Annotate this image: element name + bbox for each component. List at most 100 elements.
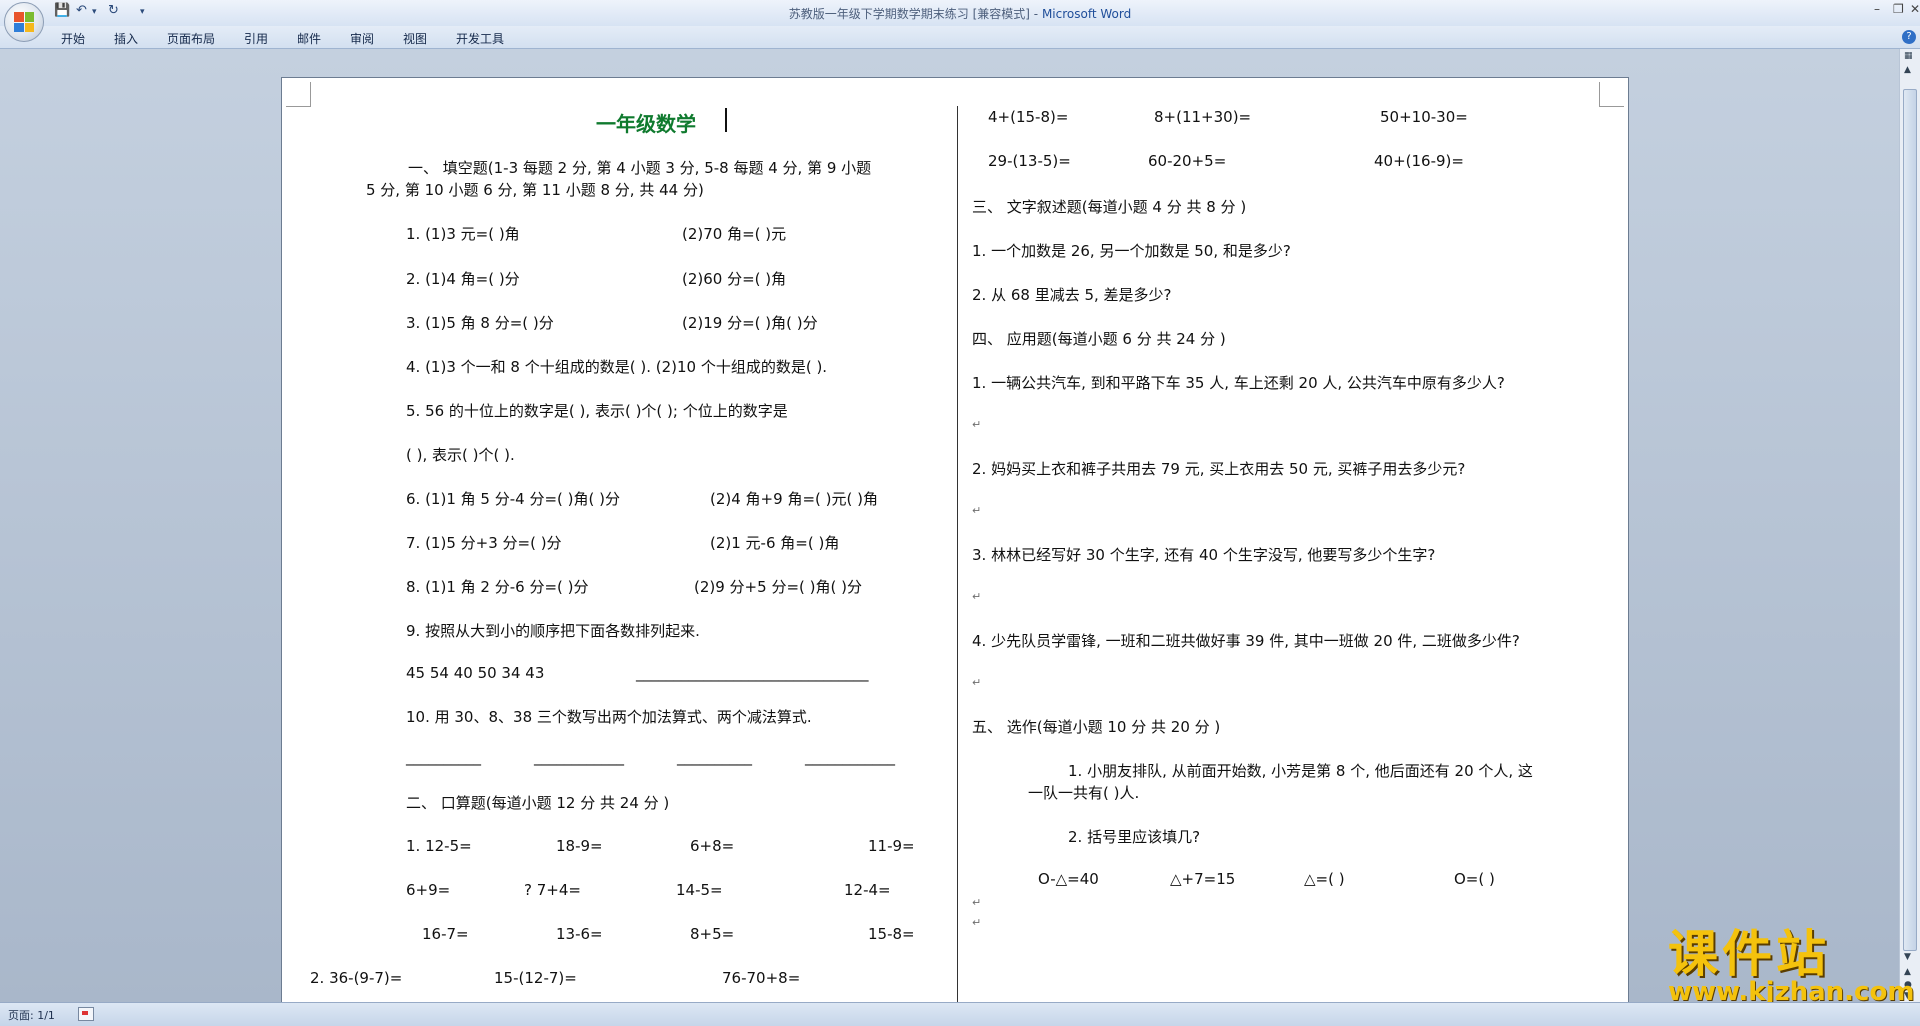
equation-item: △=( ) <box>1304 870 1345 888</box>
equation-item: △+7=15 <box>1170 870 1236 888</box>
kjzhan-watermark-logo: 课件站 www.kjzhan.com <box>1668 925 1914 1005</box>
question-text: 4. (1)3 个一和 8 个十组成的数是( ). (2)10 个十组成的数是(… <box>406 358 828 376</box>
paragraph-mark-icon: ↵ <box>972 418 982 431</box>
question-text: (2)1 元-6 角=( )角 <box>710 534 840 552</box>
answer-line: __________ <box>406 748 481 766</box>
scroll-thumb[interactable] <box>1903 89 1917 951</box>
question-text: 2. 括号里应该填几? <box>1068 828 1201 846</box>
arithmetic-item: 29-(13-5)= <box>988 152 1071 170</box>
section-one-heading-cont: 5 分, 第 10 小题 6 分, 第 11 小题 8 分, 共 44 分) <box>366 181 704 199</box>
question-text: (2)60 分=( )角 <box>682 270 787 288</box>
ruler-toggle-icon[interactable]: ▦ <box>1904 51 1913 61</box>
tab-insert[interactable]: 插入 <box>114 30 138 47</box>
help-icon[interactable]: ? <box>1902 30 1916 44</box>
minimize-icon[interactable]: – <box>1874 2 1880 16</box>
arithmetic-item: 40+(16-9)= <box>1374 152 1464 170</box>
arithmetic-item: 60-20+5= <box>1148 152 1227 170</box>
scroll-up-icon[interactable]: ▲ <box>1904 65 1911 75</box>
question-text: 10. 用 30、8、38 三个数写出两个加法算式、两个减法算式. <box>406 708 812 726</box>
watermark-cn-text: 课件站 <box>1668 925 1830 983</box>
question-text: (2)70 角=( )元 <box>682 225 787 243</box>
status-bar: 页面: 1/1 <box>0 1002 1920 1026</box>
number-list: 45 54 40 50 34 43 <box>406 664 545 682</box>
column-divider <box>957 106 958 1003</box>
question-text: 8. (1)1 角 2 分-6 分=( )分 <box>406 578 589 596</box>
question-text: 2. 从 68 里减去 5, 差是多少? <box>972 286 1172 304</box>
tab-home[interactable]: 开始 <box>61 30 85 47</box>
paragraph-mark-icon: ↵ <box>972 590 982 603</box>
tab-view[interactable]: 视图 <box>403 30 427 47</box>
tab-developer[interactable]: 开发工具 <box>456 30 504 47</box>
paragraph-mark-icon: ↵ <box>972 504 982 517</box>
question-text: ( ), 表示( )个( ). <box>406 446 515 464</box>
question-text: (2)4 角+9 角=( )元( )角 <box>710 490 878 508</box>
page-count[interactable]: 页面: 1/1 <box>8 1007 55 1023</box>
page-corner-mark <box>1599 82 1624 107</box>
section-two-heading: 二、 口算题(每道小题 12 分 共 24 分 ) <box>406 794 670 812</box>
proofing-status-icon[interactable] <box>78 1007 94 1021</box>
question-text: 2. 妈妈买上衣和裤子共用去 79 元, 买上衣用去 50 元, 买裤子用去多少… <box>972 460 1466 478</box>
arithmetic-item: ? 7+4= <box>524 881 581 899</box>
paragraph-mark-icon: ↵ <box>972 916 982 929</box>
equation-item: O-△=40 <box>1038 870 1099 888</box>
watermark-url-text: www.kjzhan.com <box>1668 977 1915 1007</box>
answer-line: _______________________________ <box>636 664 869 682</box>
text-cursor <box>725 108 727 132</box>
paragraph-mark-icon: ↵ <box>972 896 982 909</box>
question-text: 1. 一辆公共汽车, 到和平路下车 35 人, 车上还剩 20 人, 公共汽车中… <box>972 374 1505 392</box>
paragraph-mark-icon: ↵ <box>972 676 982 689</box>
arithmetic-item: 15-8= <box>868 925 915 943</box>
arithmetic-item: 4+(15-8)= <box>988 108 1069 126</box>
tab-review[interactable]: 审阅 <box>350 30 374 47</box>
question-text: 一队一共有( )人. <box>1028 784 1140 802</box>
question-text: 9. 按照从大到小的顺序把下面各数排列起来. <box>406 622 700 640</box>
arithmetic-item: 18-9= <box>556 837 603 855</box>
question-text: 2. (1)4 角=( )分 <box>406 270 520 288</box>
arithmetic-item: 15-(12-7)= <box>494 969 577 987</box>
ribbon-tabs: 开始 插入 页面布局 引用 邮件 审阅 视图 开发工具 ? <box>0 26 1920 49</box>
tab-references[interactable]: 引用 <box>244 30 268 47</box>
page-corner-mark <box>286 82 311 107</box>
question-text: (2)9 分+5 分=( )角( )分 <box>694 578 862 596</box>
document-title: 一年级数学 <box>596 112 696 136</box>
document-name: 苏教版一年级下学期数学期末练习 [兼容模式] - <box>788 7 1039 21</box>
tab-page-layout[interactable]: 页面布局 <box>167 30 215 47</box>
question-text: (2)19 分=( )角( )分 <box>682 314 818 332</box>
close-icon[interactable]: ✕ <box>1910 2 1920 16</box>
arithmetic-item: 11-9= <box>868 837 915 855</box>
arithmetic-item: 14-5= <box>676 881 723 899</box>
restore-icon[interactable]: ❐ <box>1893 2 1904 16</box>
arithmetic-item: 76-70+8= <box>722 969 801 987</box>
question-text: 7. (1)5 分+3 分=( )分 <box>406 534 562 552</box>
arithmetic-item: 6+8= <box>690 837 735 855</box>
arithmetic-item: 50+10-30= <box>1380 108 1468 126</box>
section-one-heading: 一、 填空题(1-3 每题 2 分, 第 4 小题 3 分, 5-8 每题 4 … <box>408 159 872 177</box>
arithmetic-item: 1. 12-5= <box>406 837 472 855</box>
arithmetic-item: 2. 36-(9-7)= <box>310 969 403 987</box>
vertical-scrollbar[interactable]: ▦ ▲ ▼ ▲ ● ▼ <box>1899 49 1920 1002</box>
app-name: Microsoft Word <box>1041 7 1132 21</box>
question-text: 3. (1)5 角 8 分=( )分 <box>406 314 554 332</box>
answer-line: ____________ <box>805 748 895 766</box>
answer-line: ____________ <box>534 748 624 766</box>
section-four-heading: 四、 应用题(每道小题 6 分 共 24 分 ) <box>972 330 1226 348</box>
office-button[interactable] <box>4 2 44 42</box>
arithmetic-item: 16-7= <box>422 925 469 943</box>
section-five-heading: 五、 选作(每道小题 10 分 共 20 分 ) <box>972 718 1221 736</box>
arithmetic-item: 6+9= <box>406 881 451 899</box>
arithmetic-item: 12-4= <box>844 881 891 899</box>
question-text: 5. 56 的十位上的数字是( ), 表示( )个( ); 个位上的数字是 <box>406 402 788 420</box>
question-text: 1. 小朋友排队, 从前面开始数, 小芳是第 8 个, 他后面还有 20 个人,… <box>1068 762 1533 780</box>
question-text: 1. (1)3 元=( )角 <box>406 225 520 243</box>
arithmetic-item: 13-6= <box>556 925 603 943</box>
tab-mailings[interactable]: 邮件 <box>297 30 321 47</box>
scroll-down-icon[interactable]: ▼ <box>1904 952 1911 962</box>
window-title: 苏教版一年级下学期数学期末练习 [兼容模式] - Microsoft Word <box>0 5 1920 22</box>
title-bar: 💾 ↶ ▾ ↻ ▾ 苏教版一年级下学期数学期末练习 [兼容模式] - Micro… <box>0 0 1920 42</box>
question-text: 4. 少先队员学雷锋, 一班和二班共做好事 39 件, 其中一班做 20 件, … <box>972 632 1520 650</box>
arithmetic-item: 8+5= <box>690 925 735 943</box>
previous-page-icon[interactable]: ▲ <box>1904 967 1911 977</box>
office-logo-icon <box>14 12 34 32</box>
document-page[interactable]: 一年级数学 一、 填空题(1-3 每题 2 分, 第 4 小题 3 分, 5-8… <box>281 77 1629 1004</box>
question-text: 1. 一个加数是 26, 另一个加数是 50, 和是多少? <box>972 242 1291 260</box>
